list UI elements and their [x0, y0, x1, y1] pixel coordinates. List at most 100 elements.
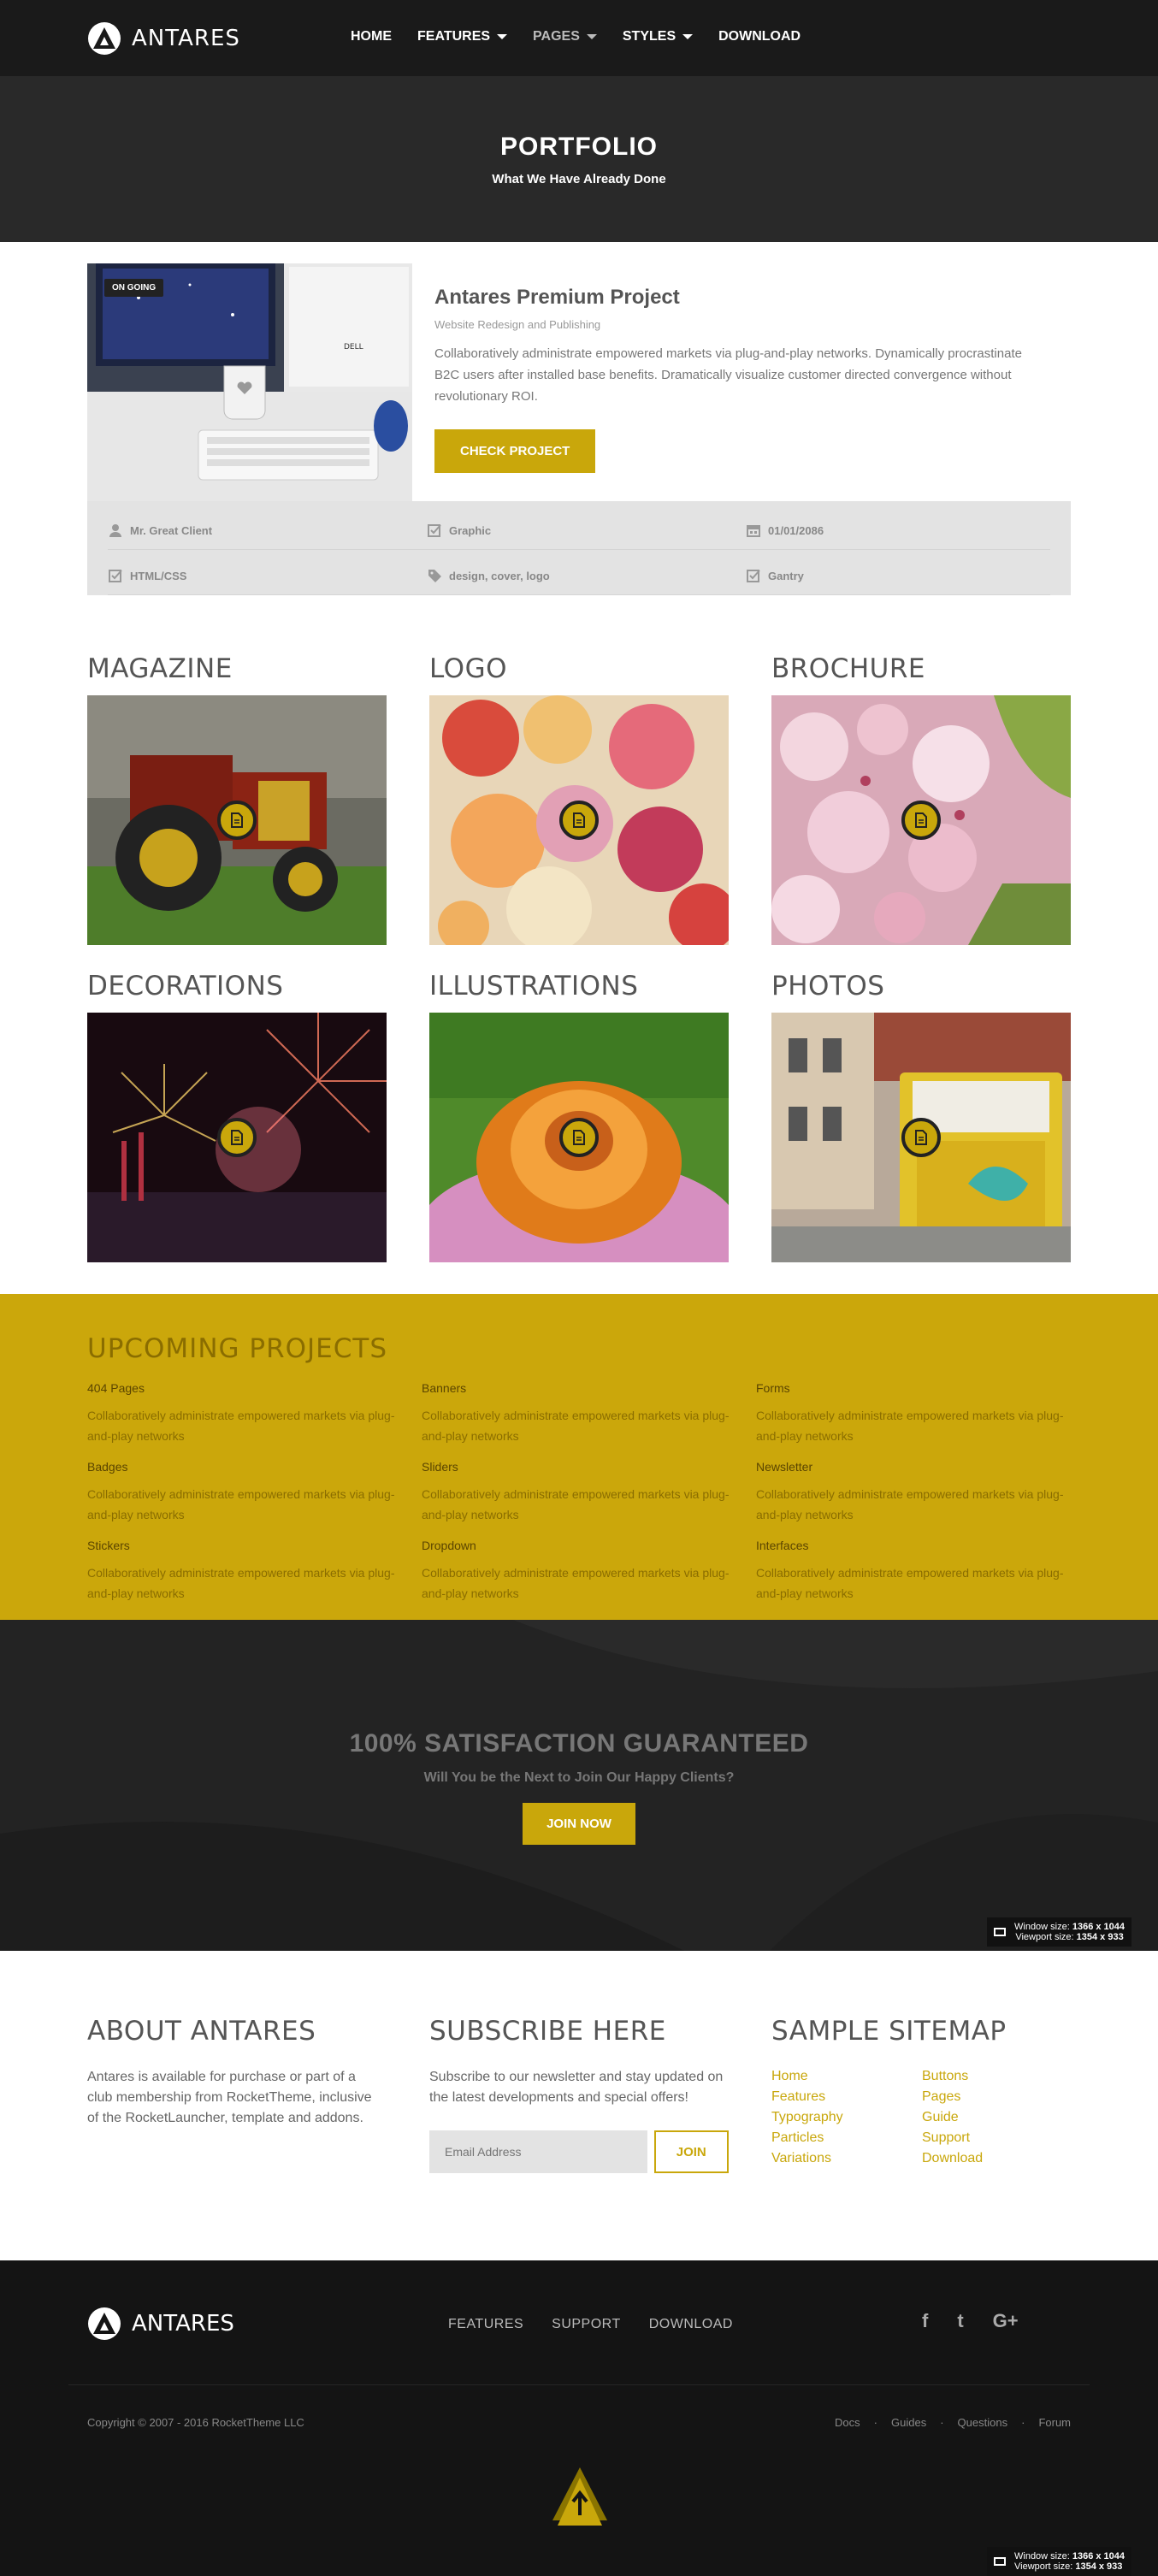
guarantee-subtitle: Will You be the Next to Join Our Happy C… [423, 1770, 735, 1785]
sitemap-link[interactable]: Buttons [922, 2069, 1071, 2084]
sitemap-link[interactable]: Variations [771, 2151, 922, 2166]
item-desc: Collaboratively administrate empowered m… [422, 1487, 730, 1521]
category-image[interactable] [429, 695, 729, 945]
calendar-icon [747, 525, 760, 537]
separator: · [873, 2416, 877, 2429]
about-block: ABOUT ANTARES Antares is available for p… [87, 2016, 387, 2129]
join-now-button[interactable]: JOIN NOW [523, 1803, 635, 1845]
antares-logo-icon [88, 22, 121, 55]
project-description: Collaboratively administrate empowered m… [434, 346, 1022, 404]
footer-brand: ANTARES [132, 2311, 234, 2337]
document-icon[interactable] [559, 801, 599, 840]
category-image[interactable] [87, 695, 387, 945]
document-icon[interactable] [217, 1118, 257, 1157]
nav-pages-label: PAGES [533, 29, 580, 44]
project-meta: Mr. Great Client Graphic 01/01/2086 HTML… [87, 501, 1071, 595]
window-size-value: 1366 x 1044 [1072, 1922, 1126, 1932]
item-name: Dropdown [422, 1539, 476, 1552]
item-name: 404 Pages [87, 1381, 145, 1395]
item-name: Stickers [87, 1539, 130, 1552]
check-project-button[interactable]: CHECK PROJECT [434, 429, 596, 473]
footer-link-support[interactable]: SUPPORT [552, 2317, 621, 2332]
category-magazine: MAGAZINE [87, 653, 387, 945]
back-to-top-icon[interactable] [551, 2466, 609, 2531]
category-decorations: DECORATIONS [87, 971, 387, 1262]
document-icon[interactable] [901, 801, 941, 840]
category-title: MAGAZINE [87, 653, 233, 684]
item-desc: Collaboratively administrate empowered m… [87, 1487, 395, 1521]
checkbox-icon [109, 570, 122, 582]
sitemap-link[interactable]: Home [771, 2069, 922, 2084]
sitemap-links: Home Buttons Features Pages Typography G… [771, 2069, 1071, 2166]
copyright: Copyright © 2007 - 2016 RocketTheme LLC [87, 2416, 304, 2429]
twitter-icon[interactable]: t [957, 2310, 963, 2332]
category-logo: LOGO [429, 653, 729, 945]
guarantee-title: 100% SATISFACTION GUARANTEED [349, 1729, 809, 1758]
viewport-size-value: 1354 x 933 [1076, 1932, 1124, 1942]
category-photos: PHOTOS [771, 971, 1071, 1262]
nav-features[interactable]: FEATURES [417, 29, 508, 44]
category-image[interactable] [771, 1013, 1071, 1262]
category-image[interactable] [771, 695, 1071, 945]
document-icon[interactable] [559, 1118, 599, 1157]
footer-link-docs[interactable]: Docs [835, 2416, 860, 2429]
footer-link-questions[interactable]: Questions [958, 2416, 1008, 2429]
size-overlay: Window size: 1366 x 1044 Viewport size: … [987, 1917, 1132, 1947]
google-plus-icon[interactable]: G+ [993, 2310, 1019, 2332]
subscribe-form: JOIN [429, 2130, 729, 2173]
nav-styles[interactable]: STYLES [622, 29, 694, 44]
sitemap-link[interactable]: Particles [771, 2130, 922, 2146]
window-size-label: Window size: [1014, 1922, 1070, 1932]
category-title: BROCHURE [771, 653, 925, 684]
nav-download[interactable]: DOWNLOAD [718, 29, 801, 44]
footer-link-download[interactable]: DOWNLOAD [649, 2317, 733, 2332]
footer-link-features[interactable]: FEATURES [448, 2317, 523, 2332]
featured-image[interactable]: DELL ON GOING [87, 263, 412, 501]
footer-link-guides[interactable]: Guides [891, 2416, 926, 2429]
meta-date: 01/01/2086 [746, 520, 1050, 550]
document-icon[interactable] [217, 801, 257, 840]
footer-logo[interactable]: ANTARES [87, 2307, 234, 2341]
item-desc: Collaboratively administrate empowered m… [87, 1566, 395, 1600]
chevron-down-icon [586, 34, 597, 39]
user-icon [109, 524, 121, 537]
main-nav: HOME FEATURES PAGES STYLES DOWNLOAD [351, 29, 801, 44]
about-text: Antares is available for purchase or par… [87, 2070, 372, 2125]
meta-tags-text: design, cover, logo [449, 569, 550, 582]
email-field[interactable] [429, 2130, 647, 2173]
subscribe-block: SUBSCRIBE HERE Subscribe to our newslett… [429, 2016, 729, 2173]
project-title: Antares Premium Project [434, 286, 680, 309]
info-section: ABOUT ANTARES Antares is available for p… [0, 1951, 1158, 2260]
nav-home[interactable]: HOME [351, 29, 392, 44]
checkbox-icon [428, 524, 441, 537]
meta-tags: design, cover, logo [427, 565, 746, 595]
sitemap-title: SAMPLE SITEMAP [771, 2016, 1007, 2047]
upcoming-item: Interfaces Collaboratively administrate e… [756, 1539, 1074, 1604]
category-title: PHOTOS [771, 971, 885, 1001]
sitemap-link[interactable]: Features [771, 2089, 922, 2105]
site-logo[interactable]: ANTARES [87, 21, 240, 56]
item-desc: Collaboratively administrate empowered m… [756, 1566, 1064, 1600]
sitemap-link[interactable]: Download [922, 2151, 1071, 2166]
page-subtitle: What We Have Already Done [492, 172, 666, 186]
item-name: Banners [422, 1381, 467, 1395]
sitemap-link[interactable]: Typography [771, 2110, 922, 2125]
category-title: DECORATIONS [87, 971, 284, 1001]
footer-link-forum[interactable]: Forum [1038, 2416, 1071, 2429]
item-name: Badges [87, 1460, 128, 1474]
window-size-label: Window size: [1014, 2551, 1070, 2561]
site-footer: ANTARES FEATURES SUPPORT DOWNLOAD f t G+… [0, 2260, 1158, 2576]
nav-pages[interactable]: PAGES [533, 29, 597, 44]
meta-date-text: 01/01/2086 [768, 523, 824, 537]
sitemap-link[interactable]: Pages [922, 2089, 1071, 2105]
tag-icon [428, 570, 441, 582]
document-icon[interactable] [901, 1118, 941, 1157]
sitemap-link[interactable]: Support [922, 2130, 1071, 2146]
category-image[interactable] [429, 1013, 729, 1262]
nav-styles-label: STYLES [622, 29, 676, 44]
facebook-icon[interactable]: f [922, 2310, 928, 2332]
meta-client: Mr. Great Client [108, 520, 427, 550]
subscribe-button[interactable]: JOIN [653, 2130, 729, 2173]
category-image[interactable] [87, 1013, 387, 1262]
sitemap-link[interactable]: Guide [922, 2110, 1071, 2125]
